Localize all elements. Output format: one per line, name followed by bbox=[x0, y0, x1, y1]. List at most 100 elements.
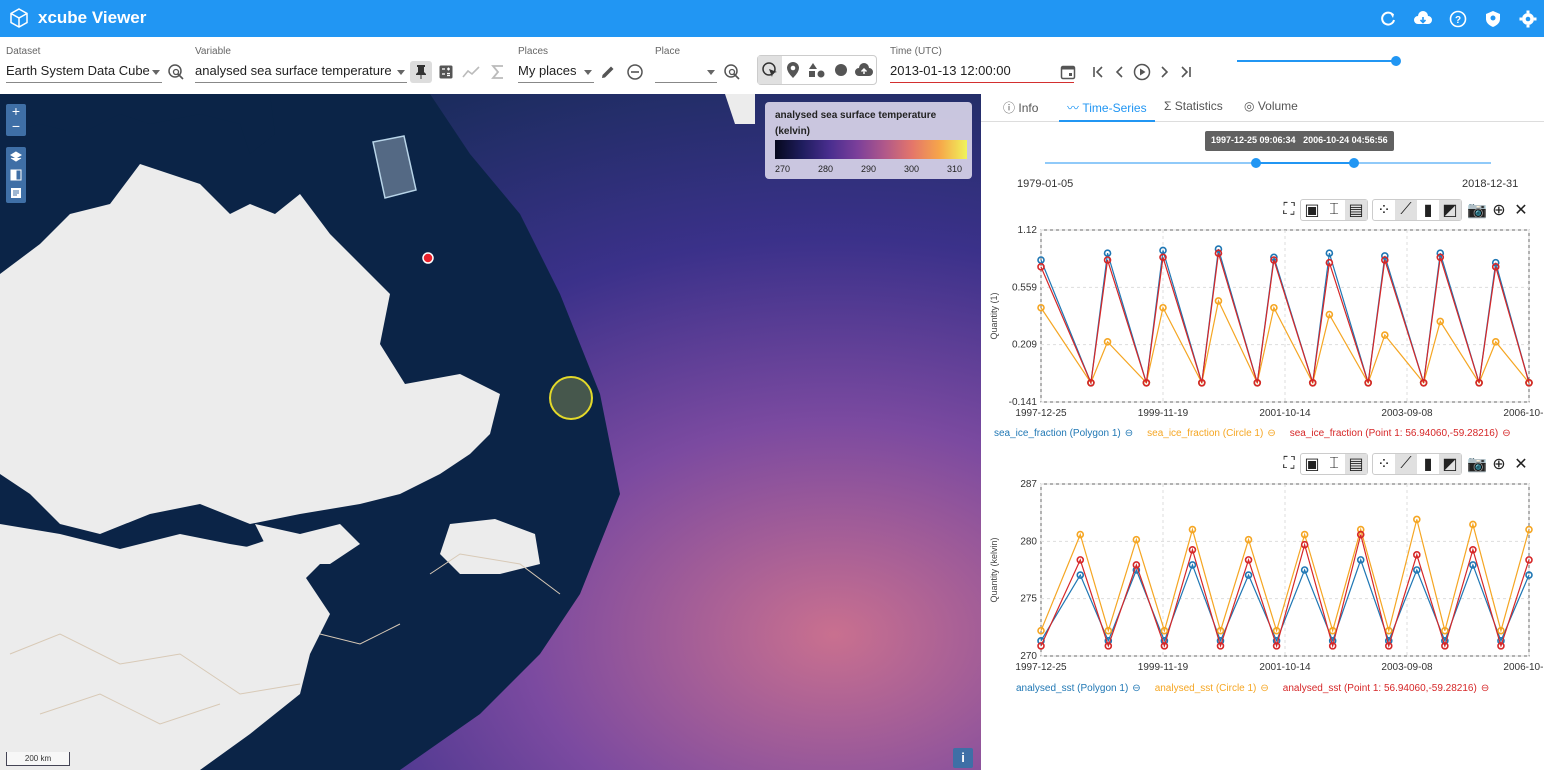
range-slider-end-thumb[interactable] bbox=[1349, 158, 1359, 168]
bar-icon[interactable]: ▮ bbox=[1417, 454, 1439, 474]
tab-statistics[interactable]: Σ Statistics bbox=[1164, 99, 1223, 122]
prev-step-icon[interactable] bbox=[1109, 61, 1131, 83]
remove-circle-icon[interactable] bbox=[624, 61, 646, 83]
point-tool-icon[interactable] bbox=[782, 56, 806, 84]
next-step-icon[interactable] bbox=[1153, 61, 1175, 83]
bar-icon[interactable]: ▮ bbox=[1417, 200, 1439, 220]
error-bar-icon[interactable]: ⌶ bbox=[1323, 200, 1345, 220]
tab-time-series[interactable]: 〰 Time-Series bbox=[1059, 99, 1155, 122]
remove-series-icon[interactable]: ⊖ bbox=[1125, 428, 1133, 439]
places-label: Places bbox=[518, 46, 549, 57]
range-slider-start-thumb[interactable] bbox=[1251, 158, 1261, 168]
legend-tick: 300 bbox=[904, 164, 920, 174]
places-select[interactable]: My places bbox=[518, 62, 594, 83]
time-input[interactable]: 2013-01-13 12:00:00 bbox=[890, 62, 1074, 83]
area-icon[interactable]: ◩ bbox=[1439, 200, 1461, 220]
line-icon[interactable]: ⟋ bbox=[1395, 454, 1417, 474]
refresh-icon[interactable] bbox=[1377, 8, 1398, 29]
colorbar-legend[interactable]: analysed sea surface temperature (kelvin… bbox=[765, 102, 972, 179]
camera-icon[interactable]: 📷 bbox=[1466, 199, 1488, 221]
dataset-search-icon[interactable] bbox=[165, 61, 187, 83]
edit-pencil-icon[interactable] bbox=[597, 61, 619, 83]
pin-icon[interactable] bbox=[410, 61, 432, 83]
map-info-button[interactable]: i bbox=[953, 748, 973, 768]
map-canvas bbox=[0, 94, 981, 770]
x-tick-label: 2001-10-14 bbox=[1259, 662, 1311, 673]
zoom-icon[interactable]: ▣ bbox=[1301, 200, 1323, 220]
tooltip-icon[interactable]: ▤ bbox=[1345, 200, 1367, 220]
legend-item[interactable]: analysed_sst (Polygon 1) ⊖ bbox=[1016, 683, 1141, 694]
camera-icon[interactable]: 📷 bbox=[1466, 453, 1488, 475]
add-icon[interactable]: ⊕ bbox=[1488, 199, 1510, 221]
calculator-icon[interactable] bbox=[435, 61, 457, 83]
zoom-icon[interactable]: ▣ bbox=[1301, 454, 1323, 474]
chart2-toolbar: ⛶ ▣ ⌶ ▤ ⁘ ⟋ ▮ ◩ 📷 ⊕ ✕ bbox=[1278, 452, 1532, 476]
legend-item[interactable]: sea_ice_fraction (Circle 1) ⊖ bbox=[1147, 428, 1276, 439]
legend-item[interactable]: sea_ice_fraction (Polygon 1) ⊖ bbox=[994, 428, 1133, 439]
settings-gear-icon[interactable] bbox=[1517, 8, 1538, 29]
tab-info[interactable]: ⓘ Info bbox=[1003, 99, 1038, 122]
close-icon[interactable]: ✕ bbox=[1510, 199, 1532, 221]
place-search-icon[interactable] bbox=[721, 61, 743, 83]
remove-series-icon[interactable]: ⊖ bbox=[1132, 683, 1140, 694]
chart1-type-group: ⁘ ⟋ ▮ ◩ bbox=[1372, 199, 1462, 221]
circle-tool-icon[interactable] bbox=[829, 56, 853, 84]
sigma-icon[interactable] bbox=[487, 61, 509, 83]
zoom-out-button[interactable]: − bbox=[6, 119, 26, 134]
app-bar: xcube Viewer ? bbox=[0, 0, 1544, 37]
y-tick-label: 0.209 bbox=[1012, 340, 1037, 351]
timeseries-line-icon[interactable] bbox=[460, 61, 482, 83]
legend-item[interactable]: analysed_sst (Circle 1) ⊖ bbox=[1155, 683, 1269, 694]
legend-colorbar[interactable] bbox=[775, 140, 967, 159]
description-icon[interactable] bbox=[6, 186, 26, 204]
remove-series-icon[interactable]: ⊖ bbox=[1260, 683, 1268, 694]
area-icon[interactable]: ◩ bbox=[1439, 454, 1461, 474]
control-bar: Dataset Earth System Data Cube Variable … bbox=[0, 37, 1544, 124]
chart2-type-group: ⁘ ⟋ ▮ ◩ bbox=[1372, 453, 1462, 475]
remove-series-icon[interactable]: ⊖ bbox=[1481, 683, 1489, 694]
side-tabs: ⓘ Info 〰 Time-Series Σ Statistics ◎ Volu… bbox=[981, 94, 1544, 122]
select-tool-icon[interactable] bbox=[758, 56, 782, 84]
play-icon[interactable] bbox=[1131, 61, 1153, 83]
points-icon[interactable]: ⁘ bbox=[1373, 200, 1395, 220]
split-view-icon[interactable] bbox=[6, 168, 26, 186]
layers-icon[interactable] bbox=[6, 150, 26, 168]
calendar-icon[interactable] bbox=[1057, 61, 1079, 83]
shield-icon[interactable] bbox=[1482, 8, 1503, 29]
legend-item[interactable]: analysed_sst (Point 1: 56.94060,-59.2821… bbox=[1283, 683, 1489, 694]
last-step-icon[interactable] bbox=[1175, 61, 1197, 83]
variable-select[interactable]: analysed sea surface temperature bbox=[195, 62, 407, 83]
x-tick-label: 2006-10-24 bbox=[1503, 408, 1544, 419]
point-place[interactable] bbox=[422, 252, 434, 264]
legend-item[interactable]: sea_ice_fraction (Point 1: 56.94060,-59.… bbox=[1290, 428, 1511, 439]
map-view[interactable]: + − analysed sea surface temperature (ke… bbox=[0, 94, 981, 770]
range-max-label: 2018-12-31 bbox=[1462, 178, 1519, 190]
cloud-download-icon[interactable] bbox=[1412, 8, 1433, 29]
chart1-toolbar: ⛶ ▣ ⌶ ▤ ⁘ ⟋ ▮ ◩ 📷 ⊕ ✕ bbox=[1278, 198, 1532, 222]
remove-series-icon[interactable]: ⊖ bbox=[1502, 428, 1510, 439]
dataset-select[interactable]: Earth System Data Cube bbox=[6, 62, 162, 83]
tab-volume[interactable]: ◎ Volume bbox=[1244, 99, 1298, 122]
error-bar-icon[interactable]: ⌶ bbox=[1323, 454, 1345, 474]
time-slider-track[interactable] bbox=[1237, 60, 1397, 62]
chart2-plot[interactable]: 1997-12-25 1999-11-19 2001-10-14 2003-09-08… bbox=[981, 476, 1544, 676]
tooltip-icon[interactable]: ▤ bbox=[1345, 454, 1367, 474]
circle-place[interactable] bbox=[549, 376, 593, 420]
place-select[interactable] bbox=[655, 62, 717, 83]
first-step-icon[interactable] bbox=[1087, 61, 1109, 83]
add-icon[interactable]: ⊕ bbox=[1488, 453, 1510, 475]
fit-icon[interactable]: ⛶ bbox=[1278, 453, 1300, 475]
close-icon[interactable]: ✕ bbox=[1510, 453, 1532, 475]
chart1-plot[interactable]: 1997-12-25 1999-11-19 2001-10-14 2003-09-08… bbox=[981, 222, 1544, 422]
help-icon[interactable]: ? bbox=[1447, 8, 1468, 29]
remove-series-icon[interactable]: ⊖ bbox=[1267, 428, 1275, 439]
y-tick-label: 0.559 bbox=[1012, 282, 1037, 293]
time-slider-thumb[interactable] bbox=[1391, 56, 1401, 66]
polygon-tool-icon[interactable] bbox=[805, 56, 829, 84]
svg-text:?: ? bbox=[1454, 15, 1460, 26]
zoom-in-button[interactable]: + bbox=[6, 104, 26, 119]
upload-cloud-icon[interactable] bbox=[852, 56, 876, 84]
points-icon[interactable]: ⁘ bbox=[1373, 454, 1395, 474]
fit-icon[interactable]: ⛶ bbox=[1278, 199, 1300, 221]
line-icon[interactable]: ⟋ bbox=[1395, 200, 1417, 220]
